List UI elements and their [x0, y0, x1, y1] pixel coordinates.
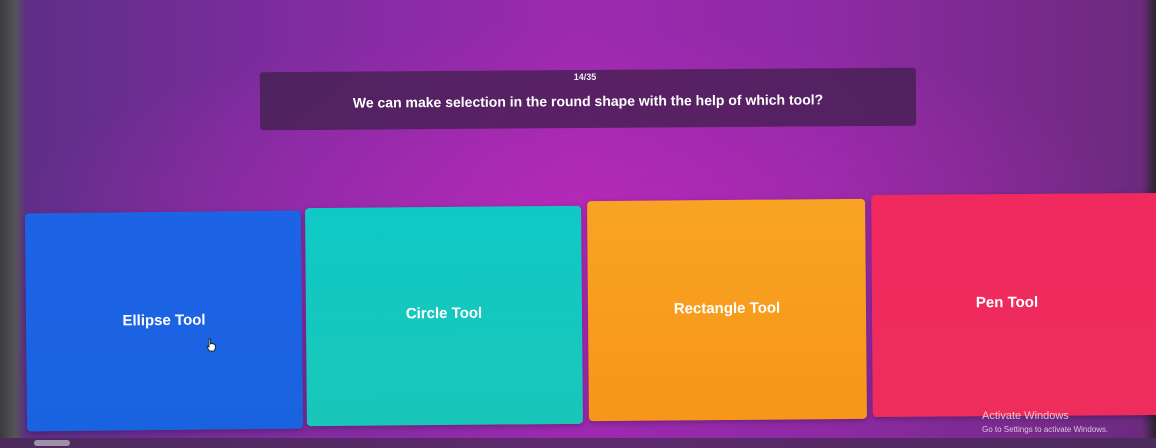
question-counter: 14/35 [573, 72, 597, 82]
answer-label: Pen Tool [975, 293, 1039, 312]
answer-label: Circle Tool [405, 304, 483, 323]
screen-glare [34, 440, 70, 446]
answer-label: Rectangle Tool [673, 299, 781, 318]
activate-windows-subtitle: Go to Settings to activate Windows. [982, 425, 1109, 434]
screen-bottom-edge [0, 438, 1156, 448]
hand-pointer-icon [206, 338, 216, 352]
activate-windows-title: Activate Windows [982, 410, 1069, 422]
answer-option-rectangle-tool[interactable]: Rectangle Tool [587, 198, 867, 422]
question-text: We can make selection in the round shape… [352, 91, 824, 111]
answer-label: Ellipse Tool [122, 311, 206, 330]
screen-bezel-left [0, 0, 26, 448]
answer-option-pen-tool[interactable]: Pen Tool [871, 192, 1156, 418]
answer-option-circle-tool[interactable]: Circle Tool [305, 205, 583, 427]
answer-option-ellipse-tool[interactable]: Ellipse Tool [24, 210, 304, 432]
